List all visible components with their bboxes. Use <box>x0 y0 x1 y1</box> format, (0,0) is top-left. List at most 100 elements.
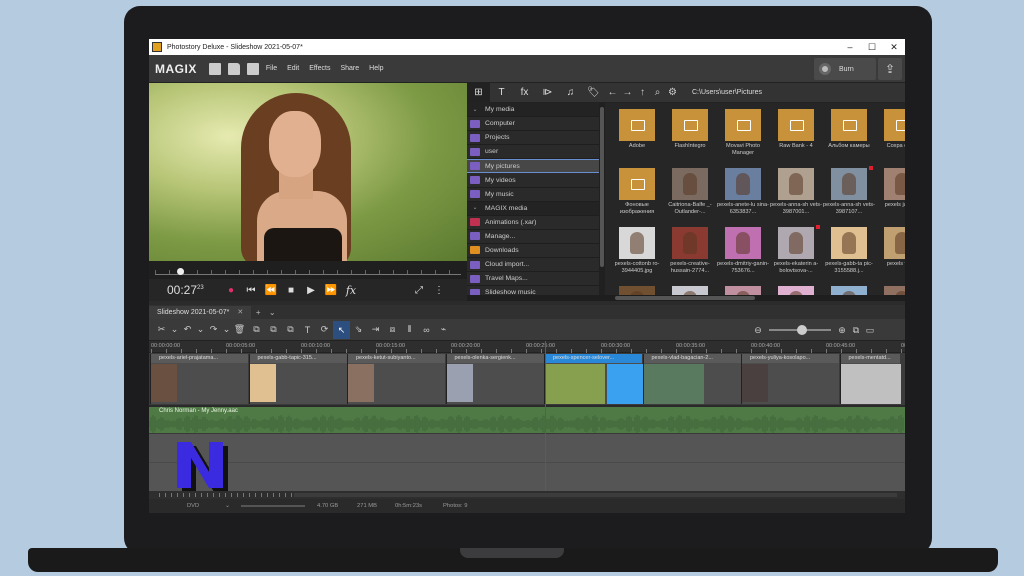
media-tree-item[interactable]: Slideshow music <box>467 286 599 295</box>
record-button[interactable]: ● <box>221 285 241 296</box>
photo-item[interactable] <box>664 282 716 295</box>
photo-item[interactable]: Caitriona-Balfe _-Outlander-... <box>664 164 716 224</box>
chevron-down-icon[interactable]: ⌄ <box>196 324 205 335</box>
playhead[interactable] <box>545 341 546 491</box>
trash-icon[interactable]: 🗑 <box>231 324 248 335</box>
media-tree-section[interactable]: ⌄ My media <box>467 103 599 118</box>
play-button[interactable]: ▶ <box>301 285 321 296</box>
timeline-clip[interactable]: pexels-mentatd... <box>839 354 901 404</box>
timeline-clip[interactable]: pexels-ariel-prajatama... <box>150 354 248 404</box>
scrubber-handle[interactable] <box>177 268 184 275</box>
media-tree-item[interactable]: Travel Maps... <box>467 272 599 287</box>
menu-effects[interactable]: Effects <box>309 65 330 72</box>
redo-icon[interactable]: ↷ <box>205 324 222 335</box>
zoom-slider-knob[interactable] <box>797 325 807 335</box>
media-tree-hscrollbar[interactable] <box>467 295 605 301</box>
add-tab-button[interactable]: + <box>251 306 265 319</box>
up-arrow-icon[interactable]: ↑ <box>635 87 650 98</box>
folder-item[interactable]: Сохра фото <box>876 105 905 165</box>
tab-media-grid[interactable]: ⊞ <box>467 82 490 103</box>
trim-icon[interactable]: ⇥ <box>367 324 384 335</box>
photo-item[interactable]: pexels-anna-sh vets-3987001... <box>770 164 822 224</box>
media-tree-item[interactable]: My pictures <box>467 159 599 174</box>
chevron-down-icon[interactable]: ⌄ <box>225 503 230 509</box>
link-icon[interactable]: ∞ <box>418 325 435 335</box>
monitor-button[interactable]: ▭ <box>863 325 877 336</box>
file-grid-scrollbar[interactable] <box>605 295 905 301</box>
forward-arrow-icon[interactable]: → <box>620 87 635 98</box>
title-icon[interactable]: T <box>299 325 316 335</box>
tab-menu-button[interactable]: ⌄ <box>265 306 279 319</box>
zoom-in-button[interactable]: ⊕ <box>835 325 849 336</box>
fast-forward-button[interactable]: ⏩ <box>321 285 341 296</box>
project-tab[interactable]: Slideshow 2021-05-07* ✕ <box>149 306 252 319</box>
status-format[interactable]: DVD <box>187 503 199 509</box>
close-button[interactable]: ✕ <box>883 42 905 53</box>
duplicate-icon[interactable]: ⧉ <box>282 324 299 335</box>
paste-icon[interactable]: ⧉ <box>265 324 282 335</box>
to-start-button[interactable]: ⏮ <box>241 285 261 296</box>
fx-button[interactable]: fx <box>341 284 361 297</box>
timeline-clip[interactable]: pexels-gabb-tapic-315... <box>248 354 347 404</box>
open-folder-icon[interactable] <box>227 62 240 75</box>
folder-item[interactable]: Фоновые изображения <box>611 164 663 224</box>
rotate-icon[interactable]: ⟳ <box>316 324 333 335</box>
tab-titles[interactable]: T <box>490 87 513 98</box>
photo-item[interactable] <box>823 282 875 295</box>
folder-item[interactable]: FlashIntegro <box>664 105 716 165</box>
folder-item[interactable]: Movavi Photo Manager <box>717 105 769 165</box>
menu-share[interactable]: Share <box>340 65 359 72</box>
burn-button[interactable]: Burn <box>814 58 876 80</box>
timeline-clip[interactable]: pexels-olenka-sergienk... <box>445 354 544 404</box>
tab-music[interactable]: ♫ <box>559 87 582 98</box>
tab-tags[interactable]: 🏷 <box>582 87 605 98</box>
zoom-out-button[interactable]: ⊖ <box>751 325 765 336</box>
cut-icon[interactable]: ✂ <box>153 324 170 335</box>
scrollbar-thumb[interactable] <box>600 107 604 267</box>
stop-button[interactable]: ■ <box>281 285 301 296</box>
search-icon[interactable]: ⌕ <box>650 87 665 98</box>
group-icon[interactable]: ⧈ <box>384 324 401 335</box>
unlink-icon[interactable]: ⌁ <box>435 324 452 335</box>
ripple-icon[interactable]: ⇘ <box>350 324 367 335</box>
photo-item[interactable]: pexels-dmitriy-ganin-753676... <box>717 223 769 283</box>
photo-item[interactable]: pexels-ekaterin a-bolovtsova-... <box>770 223 822 283</box>
chevron-down-icon[interactable]: ⌄ <box>222 324 231 335</box>
media-tree-item[interactable]: Manage... <box>467 230 599 244</box>
media-tree-item[interactable]: My music <box>467 188 599 202</box>
back-arrow-icon[interactable]: ← <box>605 87 620 98</box>
export-button[interactable]: ⇪ <box>878 58 902 80</box>
photo-item[interactable]: pexels vaicii <box>876 223 905 283</box>
minimize-button[interactable]: – <box>839 42 861 52</box>
gear-icon[interactable]: ⚙ <box>665 87 680 98</box>
timeline-clip[interactable]: pexels-yuliya-kosolapo... <box>741 354 839 404</box>
media-tree-item[interactable]: user <box>467 145 599 160</box>
timeline-clip[interactable]: pexels-ketut-subiyanto... <box>347 354 445 404</box>
photo-item[interactable]: pexels-gabb-ta pic-3155588.j... <box>823 223 875 283</box>
zoom-slider[interactable] <box>769 325 831 335</box>
folder-item[interactable]: Raw Bank - 4 <box>770 105 822 165</box>
pointer-icon[interactable]: ↖ <box>333 320 350 339</box>
maximize-button[interactable]: ☐ <box>861 42 883 53</box>
copy-icon[interactable]: ⧉ <box>248 324 265 335</box>
path-field[interactable]: C:\Users\user\Pictures <box>692 89 762 96</box>
media-tree-section[interactable]: ⌄ MAGIX media <box>467 201 599 216</box>
rewind-button[interactable]: ⏪ <box>261 285 281 296</box>
media-tree-item[interactable]: Cloud import... <box>467 258 599 273</box>
photo-item[interactable] <box>876 282 905 295</box>
more-options-button[interactable]: ⋮ <box>429 285 449 296</box>
timeline-ruler[interactable]: 00:00:00:00 00:00:05:00 00:00:10:00 00:00:1… <box>149 341 905 353</box>
save-icon[interactable] <box>246 62 259 75</box>
audio-track[interactable]: Chris Norman - My Jenny.aac <box>149 405 905 433</box>
scrollbar-track[interactable] <box>294 493 897 497</box>
chevron-down-icon[interactable]: ⌄ <box>170 324 179 335</box>
menu-help[interactable]: Help <box>369 65 383 72</box>
photo-item[interactable]: pexels-cottonb ro-3944405.jpg <box>611 223 663 283</box>
media-tree-item[interactable]: Computer <box>467 117 599 132</box>
folder-item[interactable]: Adobe <box>611 105 663 165</box>
timeline-clip[interactable]: pexels-vlad-bagacian-2... <box>642 354 741 404</box>
tab-transitions[interactable]: ⧐ <box>536 87 559 98</box>
preview-scrubber[interactable] <box>149 261 467 279</box>
scrollbar-thumb[interactable] <box>615 296 755 300</box>
photo-item[interactable]: pexels-creative-hussain-2774... <box>664 223 716 283</box>
